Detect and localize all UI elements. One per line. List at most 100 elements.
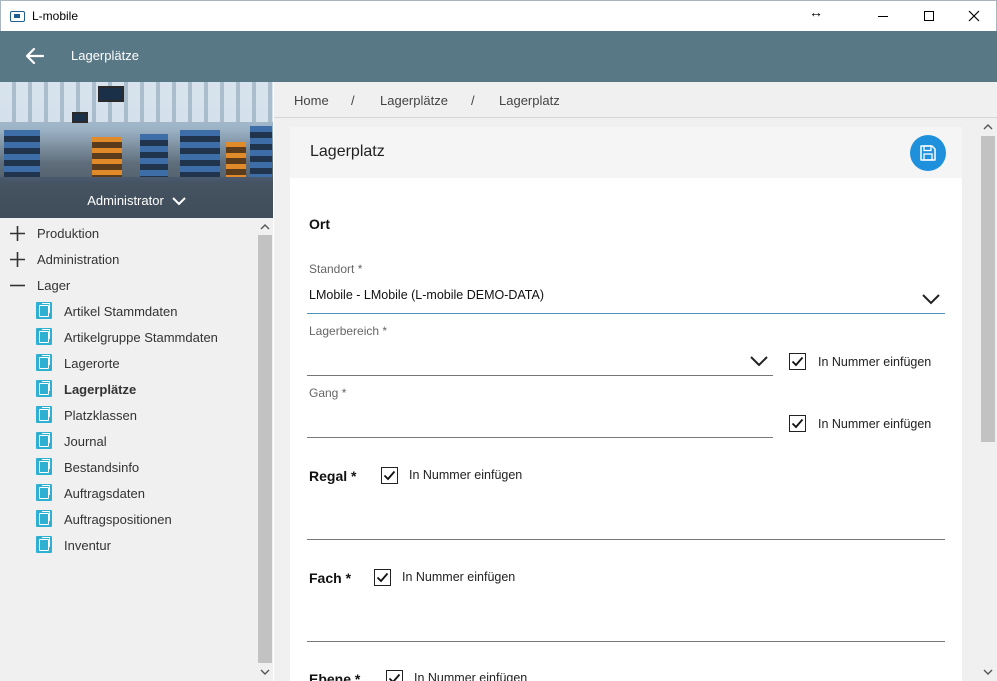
lagerbereich-dropdown-toggle[interactable] (746, 351, 772, 371)
document-icon (36, 484, 52, 501)
nav-item-label: Artikelgruppe Stammdaten (64, 330, 218, 345)
fach-input[interactable] (309, 617, 929, 633)
nav-item-label: Bestandsinfo (64, 460, 140, 475)
section-title-ort: Ort (309, 216, 330, 232)
nav-group-label: Administration (37, 252, 120, 267)
nav-item-label: Journal (64, 434, 107, 449)
page-title: Lagerplätze (71, 48, 139, 63)
minimize-icon (878, 15, 888, 17)
scroll-up-icon[interactable] (983, 122, 993, 132)
nav-item-lagerplaetze[interactable]: Lagerplätze (0, 376, 257, 402)
nav-group-lager[interactable]: Lager (0, 272, 257, 298)
nav-item-label: Inventur (64, 538, 111, 553)
document-icon (36, 510, 52, 527)
fach-label: Fach * (309, 570, 352, 586)
ebene-in-nummer-checkbox[interactable] (386, 670, 403, 681)
breadcrumb-lagerplatz: Lagerplatz (499, 93, 560, 108)
nav-item-label: Auftragspositionen (64, 512, 172, 527)
app-icon (10, 11, 25, 22)
window-title: L-mobile (32, 9, 79, 23)
nav-item-label: Lagerplätze (64, 382, 137, 397)
fach-underline (307, 641, 945, 642)
nav-item-journal[interactable]: Journal (0, 428, 257, 454)
scroll-down-icon[interactable] (260, 667, 270, 677)
checkmark-icon (388, 673, 401, 681)
nav-item-label: Auftragsdaten (64, 486, 145, 501)
document-icon (36, 354, 52, 371)
nav-item-artikel-stammdaten[interactable]: Artikel Stammdaten (0, 298, 257, 324)
checkmark-icon (791, 418, 804, 429)
gang-in-nummer-checkbox[interactable] (789, 415, 806, 432)
maximize-icon (924, 11, 934, 21)
gang-label: Gang * (309, 386, 347, 400)
nav-group-label: Produktion (37, 226, 100, 241)
nav-item-auftragsdaten[interactable]: Auftragsdaten (0, 480, 257, 506)
chevron-down-icon (922, 294, 940, 305)
plus-icon (10, 252, 25, 267)
close-icon (968, 10, 980, 22)
breadcrumb-separator: / (351, 93, 355, 108)
lagerbereich-underline (307, 375, 773, 376)
main-scrollbar[interactable] (979, 118, 997, 681)
document-icon (36, 458, 52, 475)
sidebar-scroll-thumb[interactable] (258, 235, 272, 663)
main-scroll-thumb[interactable] (981, 136, 995, 442)
standort-label: Standort * (309, 262, 363, 276)
breadcrumb-lagerplaetze[interactable]: Lagerplätze (380, 93, 448, 108)
regal-in-nummer-checkbox[interactable] (381, 467, 398, 484)
nav-item-lagerorte[interactable]: Lagerorte (0, 350, 257, 376)
main-content: Lagerplatz Ort Standort * LMobile - LMob… (274, 118, 997, 681)
standort-dropdown-toggle[interactable] (918, 289, 944, 309)
form-card: Lagerplatz Ort Standort * LMobile - LMob… (290, 127, 962, 681)
document-icon (36, 432, 52, 449)
checkbox-label: In Nummer einfügen (409, 468, 523, 482)
nav-item-bestandsinfo[interactable]: Bestandsinfo (0, 454, 257, 480)
regal-input[interactable] (309, 515, 929, 531)
scroll-down-icon[interactable] (983, 667, 993, 677)
breadcrumb: Home / Lagerplätze / Lagerplatz (274, 82, 997, 118)
back-arrow-icon[interactable] (24, 45, 46, 67)
standort-dropdown-value[interactable]: LMobile - LMobile (L-mobile DEMO-DATA) (309, 288, 544, 302)
minimize-button[interactable] (860, 1, 906, 31)
card-header: Lagerplatz (290, 127, 962, 178)
maximize-button[interactable] (906, 1, 952, 31)
lagerbereich-dropdown[interactable] (309, 351, 729, 367)
nav-group-produktion[interactable]: Produktion (0, 220, 257, 246)
chevron-down-icon (750, 356, 768, 367)
document-icon (36, 328, 52, 345)
fach-in-nummer-checkbox[interactable] (374, 569, 391, 586)
nav-item-artikelgruppe-stammdaten[interactable]: Artikelgruppe Stammdaten (0, 324, 257, 350)
title-bar: L-mobile ↔ (0, 0, 997, 31)
breadcrumb-home[interactable]: Home (294, 93, 329, 108)
ebene-label: Ebene * (309, 671, 361, 681)
standort-underline (307, 313, 945, 314)
nav-item-auftragspositionen[interactable]: Auftragspositionen (0, 506, 257, 532)
sidebar-scrollbar[interactable] (257, 218, 273, 681)
nav-item-inventur[interactable]: Inventur (0, 532, 257, 558)
resize-icon[interactable]: ↔ (809, 4, 823, 20)
nav-group-administration[interactable]: Administration (0, 246, 257, 272)
chevron-down-icon (172, 196, 186, 205)
lagerbereich-label: Lagerbereich * (309, 324, 388, 338)
checkbox-label: In Nummer einfügen (818, 417, 932, 431)
checkbox-label: In Nummer einfügen (414, 671, 528, 681)
gang-input[interactable] (309, 414, 769, 430)
document-icon (36, 302, 52, 319)
app-header: Lagerplätze (0, 31, 997, 82)
nav-group-label: Lager (37, 278, 71, 293)
nav-item-platzklassen[interactable]: Platzklassen (0, 402, 257, 428)
document-icon (36, 380, 52, 397)
warehouse-banner-image: Administrator (0, 82, 273, 218)
save-button[interactable] (910, 135, 946, 171)
nav-tree: Produktion Administration Lager Artikel … (0, 220, 257, 558)
scroll-up-icon[interactable] (260, 222, 270, 232)
minus-icon (10, 284, 25, 287)
regal-underline (307, 539, 945, 540)
user-menu[interactable]: Administrator (0, 183, 273, 218)
document-icon (36, 406, 52, 423)
checkmark-icon (376, 572, 389, 583)
close-button[interactable] (951, 1, 997, 31)
lagerbereich-in-nummer-checkbox[interactable] (789, 353, 806, 370)
card-title: Lagerplatz (310, 143, 385, 160)
checkmark-icon (791, 356, 804, 367)
